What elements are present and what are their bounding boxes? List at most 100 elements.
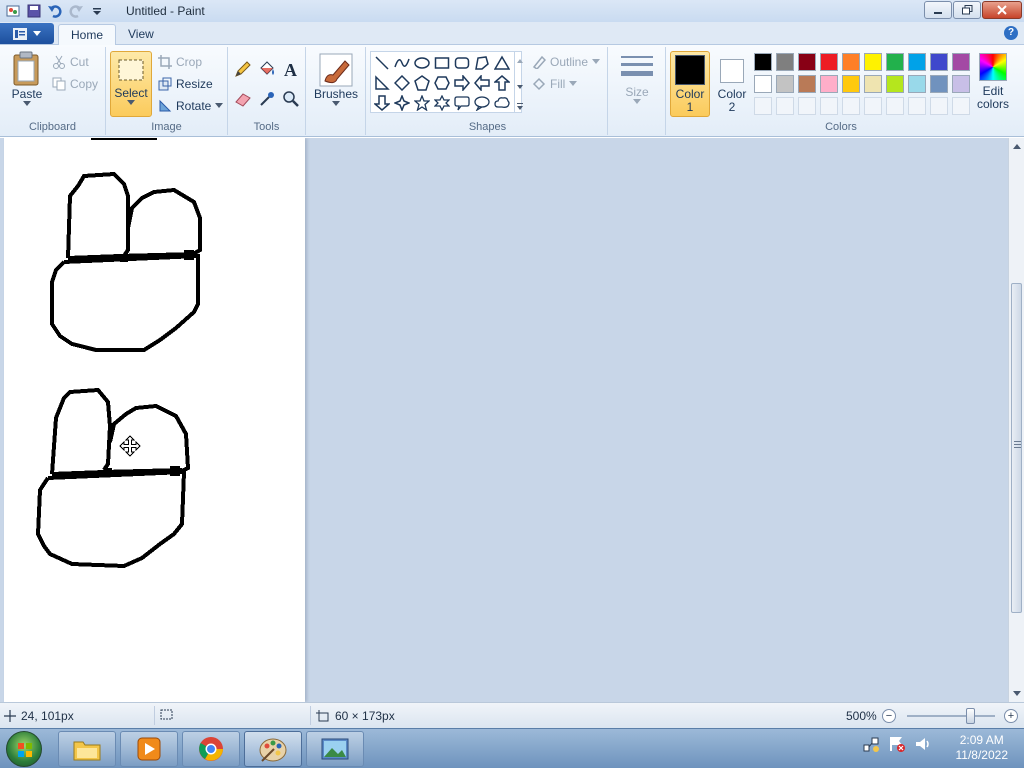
select-button[interactable]: Select [110, 51, 152, 117]
paste-button[interactable]: Paste [6, 51, 48, 107]
color2-button[interactable]: Color 2 [712, 51, 752, 117]
edit-colors-button[interactable]: Edit colors [974, 53, 1012, 117]
rounded-rectangle-shape-icon[interactable] [453, 54, 471, 72]
palette-swatch[interactable] [930, 53, 948, 71]
palette-swatch[interactable] [820, 53, 838, 71]
zoom-slider-thumb[interactable] [966, 708, 975, 724]
palette-swatch[interactable] [930, 75, 948, 93]
magnifier-tool[interactable] [281, 89, 301, 109]
zoom-out-button[interactable]: − [882, 709, 896, 723]
close-button[interactable] [982, 1, 1022, 19]
custom-color-slot[interactable] [864, 97, 882, 115]
custom-color-slot[interactable] [908, 97, 926, 115]
save-icon[interactable] [25, 2, 43, 20]
taskbar-photo-viewer[interactable] [306, 731, 364, 767]
fill-tool[interactable] [257, 59, 277, 79]
custom-color-slot[interactable] [798, 97, 816, 115]
palette-swatch[interactable] [798, 53, 816, 71]
custom-color-slot[interactable] [952, 97, 970, 115]
crop-button[interactable]: Crop [158, 55, 202, 69]
fill-button[interactable]: Fill [532, 77, 578, 91]
six-point-star-shape-icon[interactable] [433, 94, 451, 112]
palette-swatch[interactable] [776, 75, 794, 93]
resize-button[interactable]: Resize [158, 77, 213, 91]
palette-swatch[interactable] [886, 75, 904, 93]
palette-swatch[interactable] [820, 75, 838, 93]
redo-icon[interactable] [67, 2, 85, 20]
shapes-gallery-scroll[interactable] [514, 51, 524, 113]
palette-swatch[interactable] [842, 75, 860, 93]
drawing-canvas[interactable] [4, 138, 305, 702]
taskbar-explorer[interactable] [58, 731, 116, 767]
palette-swatch[interactable] [754, 75, 772, 93]
cut-button[interactable]: Cut [52, 55, 89, 69]
copy-button[interactable]: Copy [52, 77, 98, 91]
right-triangle-shape-icon[interactable] [373, 74, 391, 92]
canvas-workspace[interactable] [0, 138, 1008, 702]
text-tool[interactable]: A [281, 59, 301, 79]
custom-color-slot[interactable] [820, 97, 838, 115]
line-shape-icon[interactable] [373, 54, 391, 72]
undo-icon[interactable] [46, 2, 64, 20]
custom-color-slot[interactable] [930, 97, 948, 115]
tab-view[interactable]: View [116, 24, 166, 45]
pentagon-shape-icon[interactable] [413, 74, 431, 92]
color1-button[interactable]: Color 1 [670, 51, 710, 117]
four-point-star-shape-icon[interactable] [393, 94, 411, 112]
eraser-tool[interactable] [233, 89, 253, 109]
five-point-star-shape-icon[interactable] [413, 94, 431, 112]
palette-swatch[interactable] [908, 75, 926, 93]
taskbar-chrome[interactable] [182, 731, 240, 767]
custom-color-slot[interactable] [886, 97, 904, 115]
right-arrow-shape-icon[interactable] [453, 74, 471, 92]
taskbar-clock[interactable]: 2:09 AM 11/8/2022 [956, 733, 1009, 763]
help-icon[interactable]: ? [1004, 26, 1018, 40]
restore-button[interactable] [953, 1, 981, 19]
action-center-icon[interactable] [888, 735, 906, 753]
rounded-callout-shape-icon[interactable] [453, 94, 471, 112]
color-picker-tool[interactable] [257, 89, 277, 109]
hexagon-shape-icon[interactable] [433, 74, 451, 92]
pencil-tool[interactable] [233, 59, 253, 79]
palette-swatch[interactable] [886, 53, 904, 71]
zoom-in-button[interactable]: + [1004, 709, 1018, 723]
oval-callout-shape-icon[interactable] [473, 94, 491, 112]
palette-swatch[interactable] [952, 75, 970, 93]
rectangle-shape-icon[interactable] [433, 54, 451, 72]
custom-color-slot[interactable] [776, 97, 794, 115]
left-arrow-shape-icon[interactable] [473, 74, 491, 92]
vertical-scrollbar[interactable] [1008, 138, 1024, 702]
taskbar-media-player[interactable] [120, 731, 178, 767]
zoom-slider-track[interactable] [907, 715, 995, 717]
tab-home[interactable]: Home [58, 24, 117, 45]
scroll-down-icon[interactable] [1009, 688, 1024, 700]
triangle-shape-icon[interactable] [493, 54, 511, 72]
custom-color-slot[interactable] [842, 97, 860, 115]
scroll-up-icon[interactable] [1009, 140, 1024, 152]
taskbar-paint[interactable] [244, 731, 302, 767]
paint-menu-button[interactable] [0, 23, 54, 44]
minimize-button[interactable] [924, 1, 952, 19]
up-arrow-shape-icon[interactable] [493, 74, 511, 92]
brushes-button[interactable]: Brushes [314, 53, 358, 107]
customize-qat-icon[interactable] [88, 2, 106, 20]
size-button[interactable]: Size [616, 53, 658, 105]
palette-swatch[interactable] [952, 53, 970, 71]
outline-button[interactable]: Outline [532, 55, 601, 69]
down-arrow-shape-icon[interactable] [373, 94, 391, 112]
custom-color-slot[interactable] [754, 97, 772, 115]
palette-swatch[interactable] [754, 53, 772, 71]
cloud-callout-shape-icon[interactable] [493, 94, 511, 112]
palette-swatch[interactable] [776, 53, 794, 71]
oval-shape-icon[interactable] [413, 54, 431, 72]
paint-app-icon[interactable] [4, 2, 22, 20]
palette-swatch[interactable] [908, 53, 926, 71]
volume-icon[interactable] [914, 735, 932, 753]
palette-swatch[interactable] [864, 75, 882, 93]
start-button[interactable] [6, 731, 42, 767]
diamond-shape-icon[interactable] [393, 74, 411, 92]
palette-swatch[interactable] [842, 53, 860, 71]
polygon-shape-icon[interactable] [473, 54, 491, 72]
palette-swatch[interactable] [864, 53, 882, 71]
rotate-button[interactable]: Rotate [158, 99, 224, 113]
